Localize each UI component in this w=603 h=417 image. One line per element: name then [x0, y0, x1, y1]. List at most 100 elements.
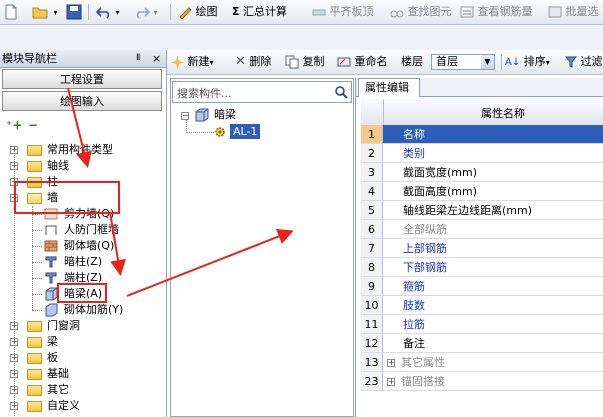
tree-node-slab[interactable]: + 板	[0, 350, 166, 366]
collapse-toggle[interactable]: −	[181, 112, 189, 120]
property-row-number[interactable]: 10	[361, 296, 383, 315]
property-row-number[interactable]: 3	[361, 163, 383, 182]
new-component-icon	[171, 55, 184, 69]
tree-node-door-window[interactable]: + 门窗洞	[0, 318, 166, 334]
tab-property-edit[interactable]: 属性编辑	[358, 78, 420, 97]
tree-node-masonry-reinforcement[interactable]: 砌体加筋(Y)	[0, 302, 166, 318]
property-row-name[interactable]: 全部纵筋	[383, 220, 603, 239]
view-rebar-qty-button[interactable]: 查看钢筋量	[460, 4, 533, 20]
tree-node-end-column[interactable]: 端柱(Z)	[0, 270, 166, 286]
new-component-button[interactable]: 新建▾	[171, 54, 214, 70]
door-frame-wall-icon	[45, 225, 57, 235]
floor-select[interactable]: 首层 ▼	[431, 54, 495, 70]
tree-node-other[interactable]: + 其它	[0, 382, 166, 398]
group-label: 暗梁	[214, 108, 236, 121]
property-row-name[interactable]: 上部钢筋	[383, 239, 603, 258]
property-row-number[interactable]: 9	[361, 277, 383, 296]
property-row-name[interactable]: 备注	[383, 334, 603, 353]
property-row-name[interactable]: + 锚固搭接	[383, 372, 603, 391]
open-folder-icon[interactable]: ▾	[32, 4, 58, 20]
tree-node-shear-wall[interactable]: 剪力墙(Q)	[0, 206, 166, 222]
property-row-name[interactable]: 截面高度(mm)	[383, 182, 603, 201]
component-tree: − 暗梁 AL-1	[176, 107, 346, 143]
tree-node-hidden-column[interactable]: 暗柱(Z)	[0, 254, 166, 270]
shear-wall-icon	[44, 208, 58, 220]
masonry-wall-icon	[44, 240, 58, 252]
undo-icon[interactable]: ▾	[96, 4, 120, 20]
drawing-input-button[interactable]: 绘图输入	[2, 91, 162, 111]
batch-select-button[interactable]: 批量选	[548, 4, 599, 20]
redo-icon[interactable]: ▾	[134, 4, 158, 20]
property-row-name[interactable]: 截面宽度(mm)	[383, 163, 603, 182]
property-row-number[interactable]: 5	[361, 201, 383, 220]
pin-icon[interactable]: Ⅱ	[136, 50, 140, 67]
delete-button[interactable]: ✕ 删除	[235, 54, 271, 70]
property-row-name[interactable]: 下部钢筋	[383, 258, 603, 277]
sort-icon: A↓	[505, 57, 521, 68]
property-row-number[interactable]: 6	[361, 220, 383, 239]
tree-node-foundation[interactable]: + 基础	[0, 366, 166, 382]
close-icon[interactable]: ×	[152, 50, 161, 67]
property-row-number[interactable]: 8	[361, 258, 383, 277]
rename-button[interactable]: 重命名	[337, 54, 388, 70]
tree-node-masonry-wall[interactable]: 砌体墙(Q)	[0, 238, 166, 254]
property-row-name[interactable]: 箍筋	[383, 277, 603, 296]
copy-icon	[285, 55, 299, 69]
tree-node-wall[interactable]: − 墙	[0, 190, 166, 206]
property-row-number[interactable]: 4	[361, 182, 383, 201]
property-row-number[interactable]: 11	[361, 315, 383, 334]
property-row-number[interactable]: 1	[361, 125, 383, 144]
tree-node-civil-defense-door-wall[interactable]: 人防门框墙	[0, 222, 166, 238]
collapse-all-icon[interactable]: −	[28, 118, 38, 132]
flat-slab-top-button[interactable]: 平齐板顶	[312, 4, 374, 20]
main-toolbar: ▾ ▾ ▾ 绘图 Σ 汇总计算 平齐板顶 查找图元 查看钢筋量 批量选	[0, 0, 603, 25]
property-row-number[interactable]: 13	[361, 353, 383, 372]
expand-icon[interactable]: +	[387, 359, 395, 367]
folder-icon	[27, 337, 42, 348]
module-nav-title: 模块导航栏	[2, 52, 57, 65]
filter-button[interactable]: 过滤	[565, 54, 603, 70]
property-row-name[interactable]: 拉筋	[383, 315, 603, 334]
tree-node-column[interactable]: + 柱	[0, 174, 166, 190]
property-row-number[interactable]: 23	[361, 372, 383, 391]
property-name-text: 箍筋	[403, 280, 425, 293]
property-name-text: 全部纵筋	[403, 223, 447, 236]
property-name-header: 属性名称	[481, 107, 525, 120]
gear-icon	[215, 127, 225, 137]
sort-button[interactable]: A↓ 排序▾	[505, 54, 550, 70]
property-grid-header: 属性名称	[361, 99, 603, 126]
property-row-number[interactable]: 12	[361, 334, 383, 353]
rename-icon	[337, 57, 351, 67]
hidden-beam-icon	[45, 287, 58, 301]
draw-button[interactable]: 绘图	[178, 4, 218, 20]
save-icon[interactable]	[66, 4, 82, 20]
tree-node-beam[interactable]: + 梁	[0, 334, 166, 350]
copy-button[interactable]: 复制	[285, 54, 325, 70]
expand-all-icon[interactable]: ⁺+	[6, 118, 22, 132]
property-row-number[interactable]: 7	[361, 239, 383, 258]
property-row-name[interactable]: 轴线距梁左边线距离(mm)	[383, 201, 603, 220]
tree-node-custom[interactable]: + 自定义	[0, 398, 166, 414]
sigma-icon: Σ	[232, 5, 240, 18]
property-row-name[interactable]: 名称	[383, 125, 603, 144]
search-component-input[interactable]: 搜索构件...	[172, 81, 352, 103]
slab-icon	[312, 9, 326, 16]
end-column-icon	[45, 272, 57, 284]
floor-label: 楼层	[401, 55, 423, 68]
property-row-name[interactable]: 类别	[383, 144, 603, 163]
property-name-text: 截面高度(mm)	[403, 185, 478, 198]
find-element-button[interactable]: 查找图元	[390, 4, 452, 20]
tree-node-axis[interactable]: + 轴线	[0, 158, 166, 174]
sum-calc-button[interactable]: Σ 汇总计算	[232, 4, 287, 20]
tree-node-hidden-beam[interactable]: 暗梁(A)	[0, 286, 166, 302]
property-row-name[interactable]: + 其它属性	[383, 353, 603, 372]
tree-node-common-types[interactable]: + 常用构件类型	[0, 142, 166, 158]
property-row-name[interactable]: 肢数	[383, 296, 603, 315]
component-item-al1[interactable]: AL-1	[230, 124, 261, 139]
property-name-text: 轴线距梁左边线距离(mm)	[403, 204, 533, 217]
project-settings-button[interactable]: 工程设置	[2, 69, 162, 89]
new-file-icon[interactable]	[4, 4, 18, 20]
property-row-number[interactable]: 2	[361, 144, 383, 163]
expand-icon[interactable]: +	[387, 378, 395, 386]
folder-icon	[27, 177, 42, 188]
